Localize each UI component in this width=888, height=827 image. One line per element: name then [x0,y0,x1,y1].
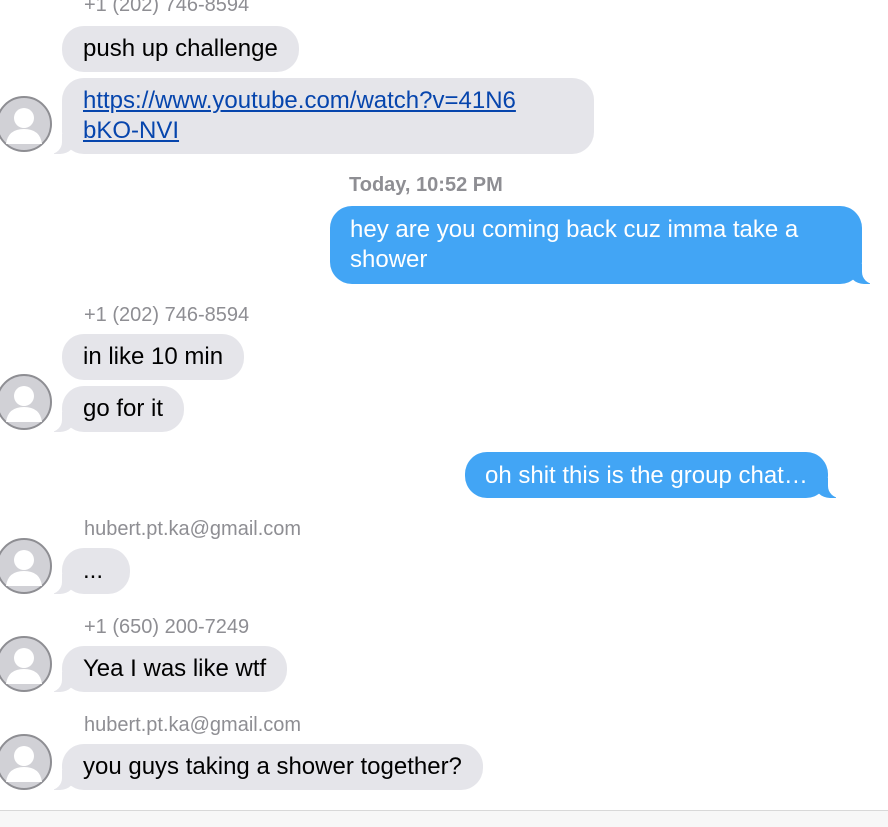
link-text-line1: https://www.youtube.com/watch?v=41N6 [83,87,516,114]
timestamp-day: Today, [349,174,411,196]
message-text: in like 10 min [83,343,224,370]
incoming-message-bubble[interactable]: go for it [45,386,185,432]
message-text: hey are you coming back cuz imma take a … [350,216,799,273]
avatar-icon[interactable] [0,96,52,152]
message-text: ... [83,557,104,584]
timestamp: Today, 10:52 PM [349,174,503,197]
message-text: push up challenge [83,35,278,62]
message-text: Yea I was like wtf [83,655,267,682]
outgoing-message-bubble[interactable]: hey are you coming back cuz imma take a … [330,206,878,284]
avatar-icon[interactable] [0,374,52,430]
incoming-message-bubble[interactable]: ... [46,548,130,594]
avatar-icon[interactable] [0,734,52,790]
incoming-message-bubble[interactable]: push up challenge [62,26,299,72]
avatar-icon[interactable] [0,636,52,692]
youtube-link[interactable]: https://www.youtube.com/watch?v=41N6 bKO… [83,87,516,144]
sender-label: hubert.pt.ka@gmail.com [84,714,302,736]
input-bar[interactable] [0,810,888,827]
incoming-link-bubble[interactable]: https://www.youtube.com/watch?v=41N6 bKO… [46,78,594,154]
message-text: oh shit this is the group chat… [485,462,808,489]
sender-label: hubert.pt.ka@gmail.com [84,518,302,540]
incoming-message-bubble[interactable]: Yea I was like wtf [45,646,288,692]
avatar-icon[interactable] [0,538,52,594]
sender-label: +1 (202) 746-8594 [84,0,250,16]
incoming-message-bubble[interactable]: you guys taking a shower together? [46,744,483,790]
timestamp-time: 10:52 PM [416,174,503,196]
sender-label: +1 (202) 746-8594 [84,304,250,326]
message-text: you guys taking a shower together? [83,753,462,780]
link-text-line2: bKO-NVI [83,117,180,144]
incoming-message-bubble[interactable]: in like 10 min [62,334,245,380]
sender-label: +1 (650) 200-7249 [84,616,250,638]
outgoing-message-bubble[interactable]: oh shit this is the group chat… [465,452,844,498]
message-text: go for it [83,395,164,422]
